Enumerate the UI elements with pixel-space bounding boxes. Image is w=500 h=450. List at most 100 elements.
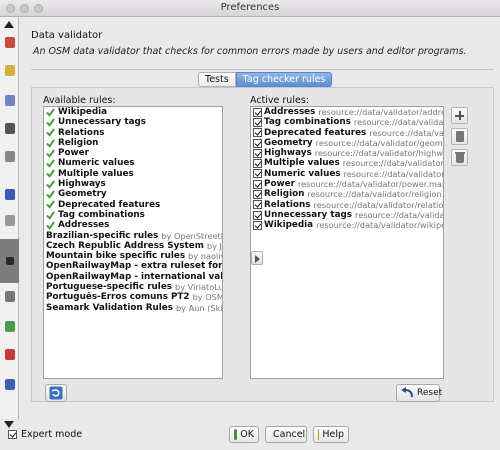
available-rule-item[interactable]: Highways bbox=[44, 179, 222, 189]
title-bar: Preferences bbox=[0, 0, 500, 17]
checkbox-icon bbox=[8, 430, 17, 439]
active-rules-list[interactable]: Addressesresource://data/validator/addre… bbox=[250, 106, 444, 379]
available-rule-item[interactable]: Seamark Validation Rulesby Aun (Skippern… bbox=[44, 303, 222, 313]
scroll-down-arrow[interactable] bbox=[4, 421, 14, 428]
available-rule-item[interactable]: Addresses bbox=[44, 220, 222, 230]
active-rule-item[interactable]: Unnecessary tagsresource://data/validato… bbox=[251, 210, 443, 220]
available-rules-list[interactable]: Wikipedia Unnecessary tags Relations Religi… bbox=[43, 106, 223, 379]
available-rule-item[interactable]: Power bbox=[44, 148, 222, 158]
available-rule-item[interactable]: Numeric values bbox=[44, 158, 222, 168]
available-rule-item[interactable]: Português-Erros comuns PT2by OSM Portuga bbox=[44, 292, 222, 302]
green-check-icon bbox=[46, 190, 55, 199]
active-scrollbar[interactable] bbox=[440, 107, 443, 378]
add-rule-button[interactable] bbox=[451, 107, 468, 124]
validator-preferences: Data validator An OSM data validator tha… bbox=[21, 17, 500, 419]
available-rule-item[interactable]: OpenRailwayMap - international validatio… bbox=[44, 272, 222, 282]
rule-author: by naoliv, Stefan bbox=[188, 251, 222, 262]
rule-name: Português-Erros comuns PT2 bbox=[46, 292, 190, 303]
sidebar-tab-remote[interactable] bbox=[2, 149, 17, 164]
green-check-icon bbox=[46, 169, 55, 179]
rule-name: Numeric values bbox=[264, 168, 341, 179]
tab-tests[interactable]: Tests bbox=[198, 72, 236, 87]
sidebar-tab-audio[interactable] bbox=[2, 213, 17, 228]
advanced-icon bbox=[4, 379, 15, 390]
sidebar-tab-map[interactable] bbox=[2, 93, 17, 108]
preferences-sidebar bbox=[0, 17, 19, 428]
active-rule-item[interactable]: Numeric valuesresource://data/validator/… bbox=[251, 169, 443, 179]
available-rule-item[interactable]: Deprecated features bbox=[44, 200, 222, 210]
available-rule-item[interactable]: Czech Republic Address Systemby Jose Rih… bbox=[44, 241, 222, 251]
sidebar-tab-shortcuts[interactable] bbox=[2, 289, 17, 304]
checkbox-icon[interactable] bbox=[253, 138, 262, 148]
available-rule-item[interactable]: Brazilian-specific rulesby OpenStreetMap… bbox=[44, 231, 222, 241]
expert-mode-checkbox[interactable]: Expert mode bbox=[8, 429, 82, 440]
reload-button[interactable] bbox=[45, 384, 67, 402]
sidebar-tab-imagery[interactable] bbox=[2, 187, 17, 202]
checkbox-icon[interactable] bbox=[253, 220, 262, 230]
sidebar-tab-projection[interactable] bbox=[2, 319, 17, 334]
help-button[interactable]: Help bbox=[313, 426, 349, 443]
checkbox-icon[interactable] bbox=[253, 117, 262, 127]
shortcuts-icon bbox=[4, 291, 15, 302]
remote-icon bbox=[4, 151, 15, 162]
cancel-button[interactable]: Cancel bbox=[265, 426, 307, 443]
active-rule-item[interactable]: Addressesresource://data/validator/addre… bbox=[251, 107, 443, 117]
rule-name: Deprecated features bbox=[264, 127, 367, 138]
active-rule-item[interactable]: Powerresource://data/validator/power.map… bbox=[251, 179, 443, 189]
available-rule-item[interactable]: OpenRailwayMap - extra ruleset for Germa… bbox=[44, 261, 222, 271]
help-icon bbox=[318, 429, 320, 440]
checkbox-icon[interactable] bbox=[253, 200, 262, 210]
available-rule-item[interactable]: Religion bbox=[44, 138, 222, 148]
active-rule-item[interactable]: Multiple valuesresource://data/validator… bbox=[251, 158, 443, 168]
checkbox-icon[interactable] bbox=[253, 210, 262, 220]
delete-rule-button[interactable] bbox=[451, 149, 468, 166]
sidebar-tab-connection[interactable] bbox=[2, 121, 17, 136]
rule-name: Addresses bbox=[264, 107, 316, 117]
available-rule-item[interactable]: Unnecessary tags bbox=[44, 117, 222, 127]
ok-button[interactable]: OK bbox=[229, 426, 259, 443]
reset-button[interactable]: Reset bbox=[396, 384, 443, 402]
rule-name: Multiple values bbox=[264, 158, 340, 169]
map-icon bbox=[4, 95, 15, 106]
green-check-icon bbox=[46, 221, 55, 230]
edit-rule-button[interactable] bbox=[451, 128, 468, 145]
rule-name: Seamark Validation Rules bbox=[46, 302, 173, 313]
available-rule-item[interactable]: Tag combinations bbox=[44, 210, 222, 220]
available-scrollbar[interactable] bbox=[219, 107, 222, 378]
active-rule-item[interactable]: Relations resource://data/validator/relat… bbox=[251, 200, 443, 210]
sidebar-tab-advanced[interactable] bbox=[2, 377, 17, 392]
checkbox-icon[interactable] bbox=[253, 159, 262, 169]
active-rule-item[interactable]: Deprecated featuresresource://data/valid… bbox=[251, 128, 443, 138]
checkbox-icon[interactable] bbox=[253, 169, 262, 179]
active-rule-item[interactable]: Religion resource://data/validator/religi… bbox=[251, 189, 443, 199]
rule-name: Mountain bike specific rules bbox=[46, 251, 186, 262]
available-rule-item[interactable]: Multiple values bbox=[44, 169, 222, 179]
active-rule-item[interactable]: Wikipedia resource://data/validator/wikip… bbox=[251, 220, 443, 230]
available-rule-item[interactable]: Portuguese-specific rulesby ViriatoLusit… bbox=[44, 282, 222, 292]
available-rule-item[interactable]: Relations bbox=[44, 128, 222, 138]
checkbox-icon[interactable] bbox=[253, 128, 262, 138]
rule-source: resource://data/validator/power.mapcss bbox=[297, 179, 443, 190]
checkbox-icon[interactable] bbox=[253, 190, 262, 200]
available-rule-item[interactable]: Wikipedia bbox=[44, 107, 222, 117]
sidebar-tab-display[interactable] bbox=[2, 35, 17, 50]
sidebar-tab-validator[interactable] bbox=[0, 239, 19, 283]
window-title: Preferences bbox=[220, 2, 280, 13]
scroll-up-arrow[interactable] bbox=[4, 21, 14, 28]
active-rule-item[interactable]: Highwaysresource://data/validator/highwa… bbox=[251, 148, 443, 158]
checkbox-icon[interactable] bbox=[253, 179, 262, 189]
sidebar-tab-drawing[interactable] bbox=[2, 63, 17, 78]
available-rule-item[interactable]: Geometry bbox=[44, 189, 222, 199]
reset-label: Reset bbox=[417, 388, 443, 398]
rule-name: Tag combinations bbox=[264, 117, 351, 128]
available-rule-item[interactable]: Mountain bike specific rulesby naoliv, S… bbox=[44, 251, 222, 261]
document-icon bbox=[456, 131, 464, 142]
tab-tag-checker-rules[interactable]: Tag checker rules bbox=[235, 72, 333, 87]
sidebar-tab-plugins[interactable] bbox=[2, 347, 17, 362]
checkbox-icon[interactable] bbox=[253, 107, 262, 117]
checkbox-icon[interactable] bbox=[253, 148, 262, 158]
rule-name: Geometry bbox=[264, 137, 313, 148]
active-rule-item[interactable]: Tag combinationsresource://data/validato… bbox=[251, 117, 443, 127]
active-rule-item[interactable]: Geometryresource://data/validator/geomet… bbox=[251, 138, 443, 148]
activate-rule-button[interactable] bbox=[251, 251, 263, 265]
